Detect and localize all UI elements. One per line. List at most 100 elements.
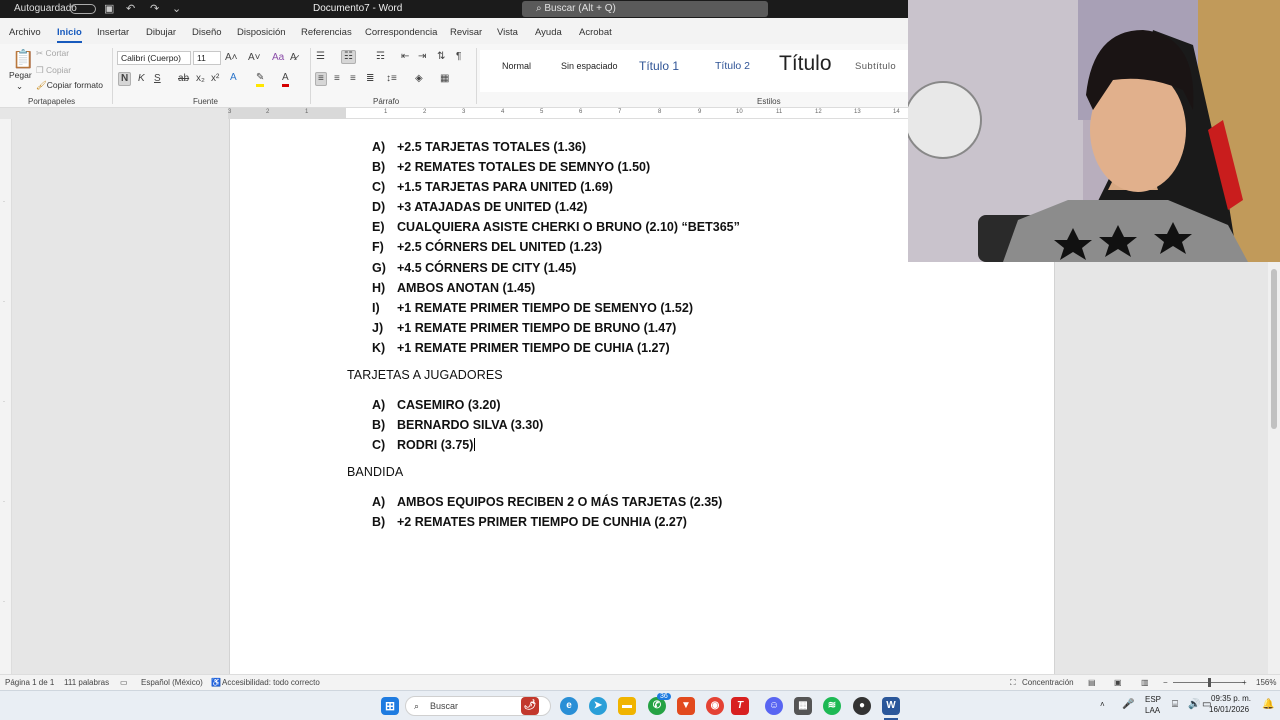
clear-formatting-icon[interactable]: A̷ (290, 52, 297, 64)
list-item[interactable]: B) BERNARDO SILVA (3.30) (347, 417, 1047, 437)
increase-indent-icon[interactable]: ⇥ (418, 51, 426, 63)
sort-icon[interactable]: ⇅ (437, 51, 445, 63)
zoom-out-icon[interactable]: − (1163, 678, 1168, 687)
word-icon[interactable]: W (882, 697, 900, 715)
format-painter-button[interactable]: 🖌Copiar formato (36, 80, 103, 91)
paste-button[interactable]: Pegar (9, 70, 32, 80)
change-case-icon[interactable]: Aa (272, 52, 284, 64)
word-count[interactable]: 111 palabras (64, 678, 109, 687)
customize-toolbar-icon[interactable]: ⌄ (172, 2, 181, 15)
proofing-icon[interactable]: ▭ (120, 678, 128, 687)
bold-button-icon[interactable]: N (118, 72, 132, 86)
read-mode-icon[interactable]: ▤ (1088, 678, 1096, 687)
style-subtitle[interactable]: Subtítulo (855, 61, 896, 72)
clock-date[interactable]: 16/01/2026 (1209, 705, 1249, 714)
microphone-icon[interactable]: 🎤 (1122, 699, 1134, 710)
tab-revisar[interactable]: Revisar (450, 27, 482, 38)
tray-overflow-icon[interactable]: ˄ (1100, 700, 1105, 709)
align-left-icon[interactable]: ≡ (315, 72, 327, 86)
section-heading[interactable]: TARJETAS A JUGADORES (347, 366, 1047, 390)
justify-icon[interactable]: ≣ (366, 73, 374, 85)
list-item[interactable]: B) +2 REMATES PRIMER TIEMPO DE CUNHIA (2.… (347, 514, 1047, 534)
chrome-icon[interactable]: ◉ (706, 697, 724, 715)
tab-ayuda[interactable]: Ayuda (535, 27, 562, 38)
align-center-icon[interactable]: ≡ (334, 73, 340, 85)
numbering-icon[interactable]: ☷ (341, 50, 356, 64)
discord-icon[interactable]: ☺ (765, 697, 783, 715)
autosave-toggle[interactable] (70, 4, 96, 14)
strikethrough-icon[interactable]: ab (178, 73, 189, 85)
tab-referencias[interactable]: Referencias (301, 27, 352, 38)
underline-button-icon[interactable]: S (154, 73, 161, 85)
windows-start-icon[interactable]: ⊞ (381, 697, 399, 715)
input-language-line2[interactable]: LAA (1145, 706, 1160, 715)
tab-correspondencia[interactable]: Correspondencia (365, 27, 437, 38)
volume-icon[interactable]: 🔊 (1188, 699, 1200, 710)
tab-archivo[interactable]: Archivo (9, 27, 41, 38)
superscript-icon[interactable]: x² (211, 73, 219, 85)
file-explorer-icon[interactable]: ▬ (618, 697, 636, 715)
font-family-select[interactable]: Calibri (Cuerpo) (117, 51, 191, 65)
shrink-font-icon[interactable]: A˅ (248, 52, 261, 64)
style-heading-1[interactable]: Título 1 (639, 59, 679, 73)
save-icon[interactable]: ▣ (104, 2, 114, 15)
paste-dropdown-icon[interactable]: ⌄ (16, 81, 23, 92)
list-item[interactable]: G) +4.5 CÓRNERS DE CITY (1.45) (347, 260, 1047, 280)
tab-dibujar[interactable]: Dibujar (146, 27, 176, 38)
network-icon[interactable]: ⌸ (1172, 699, 1178, 710)
input-language-line1[interactable]: ESP (1145, 695, 1161, 704)
style-normal[interactable]: Normal (502, 61, 531, 71)
copy-button[interactable]: ❐ Copiar (36, 65, 71, 76)
text-effects-icon[interactable]: A (230, 72, 237, 84)
telegram-icon[interactable]: ➤ (589, 697, 607, 715)
font-size-select[interactable]: 11 (193, 51, 221, 65)
list-item[interactable]: A) AMBOS EQUIPOS RECIBEN 2 O MÁS TARJETAS… (347, 494, 1047, 514)
horizontal-ruler[interactable]: 3 2 1 1 2 3 4 5 6 7 8 9 10 11 12 13 14 (228, 108, 908, 119)
notifications-bell-icon[interactable]: 🔔 (1262, 699, 1274, 710)
focus-mode[interactable]: Concentración (1022, 678, 1074, 687)
style-no-spacing[interactable]: Sin espaciado (561, 61, 618, 71)
accessibility-icon[interactable]: ♿ (211, 678, 221, 687)
list-item[interactable]: H) AMBOS ANOTAN (1.45) (347, 280, 1047, 300)
undo-icon[interactable]: ↶ (126, 2, 135, 15)
tab-vista[interactable]: Vista (497, 27, 518, 38)
list-item[interactable]: K) +1 REMATE PRIMER TIEMPO DE CUHIA (1.27… (347, 340, 1047, 360)
tab-disposicion[interactable]: Disposición (237, 27, 286, 38)
style-heading-2[interactable]: Título 2 (715, 60, 750, 72)
zoom-slider-handle[interactable] (1208, 678, 1211, 687)
clock-time[interactable]: 09:35 p. m. (1211, 694, 1251, 703)
grow-font-icon[interactable]: A˄ (225, 52, 238, 64)
shading-icon[interactable]: ◈ (415, 73, 423, 85)
tab-diseno[interactable]: Diseño (192, 27, 222, 38)
font-color-icon[interactable]: A (282, 72, 289, 87)
italic-button-icon[interactable]: K (138, 73, 145, 85)
accessibility-status[interactable]: Accesibilidad: todo correcto (222, 678, 320, 687)
zoom-level[interactable]: 156% (1256, 678, 1276, 687)
highlight-icon[interactable]: ✎ (256, 72, 265, 87)
brave-browser-icon[interactable]: ▼ (677, 697, 695, 715)
redo-icon[interactable]: ↷ (150, 2, 159, 15)
tab-insertar[interactable]: Insertar (97, 27, 129, 38)
calculator-icon[interactable]: ▦ (794, 697, 812, 715)
tab-inicio[interactable]: Inicio (57, 27, 82, 43)
subscript-icon[interactable]: x₂ (196, 73, 205, 85)
section-heading[interactable]: BANDIDA (347, 463, 1047, 487)
list-item[interactable]: A) CASEMIRO (3.20) (347, 397, 1047, 417)
style-title[interactable]: Título (779, 52, 832, 76)
page-count[interactable]: Página 1 de 1 (5, 678, 54, 687)
multilevel-list-icon[interactable]: ☶ (376, 51, 385, 63)
zoom-in-icon[interactable]: + (1242, 678, 1247, 687)
show-marks-icon[interactable]: ¶ (456, 51, 461, 63)
vertical-ruler[interactable]: · · · · · (0, 119, 12, 674)
borders-icon[interactable]: ▦ (440, 73, 449, 85)
obs-icon[interactable]: ● (853, 697, 871, 715)
list-item[interactable]: C) RODRI (3.75) (347, 437, 1047, 457)
align-right-icon[interactable]: ≡ (350, 73, 356, 85)
spotify-icon[interactable]: ≋ (823, 697, 841, 715)
list-item[interactable]: I) +1 REMATE PRIMER TIEMPO DE SEMENYO (1.… (347, 300, 1047, 320)
bullets-icon[interactable]: ☰ (316, 51, 325, 63)
typora-icon[interactable]: T (731, 697, 749, 715)
scrollbar-thumb[interactable] (1271, 269, 1277, 429)
list-item[interactable]: J) +1 REMATE PRIMER TIEMPO DE BRUNO (1.47… (347, 320, 1047, 340)
focus-icon[interactable]: ⛶ (1010, 678, 1016, 688)
